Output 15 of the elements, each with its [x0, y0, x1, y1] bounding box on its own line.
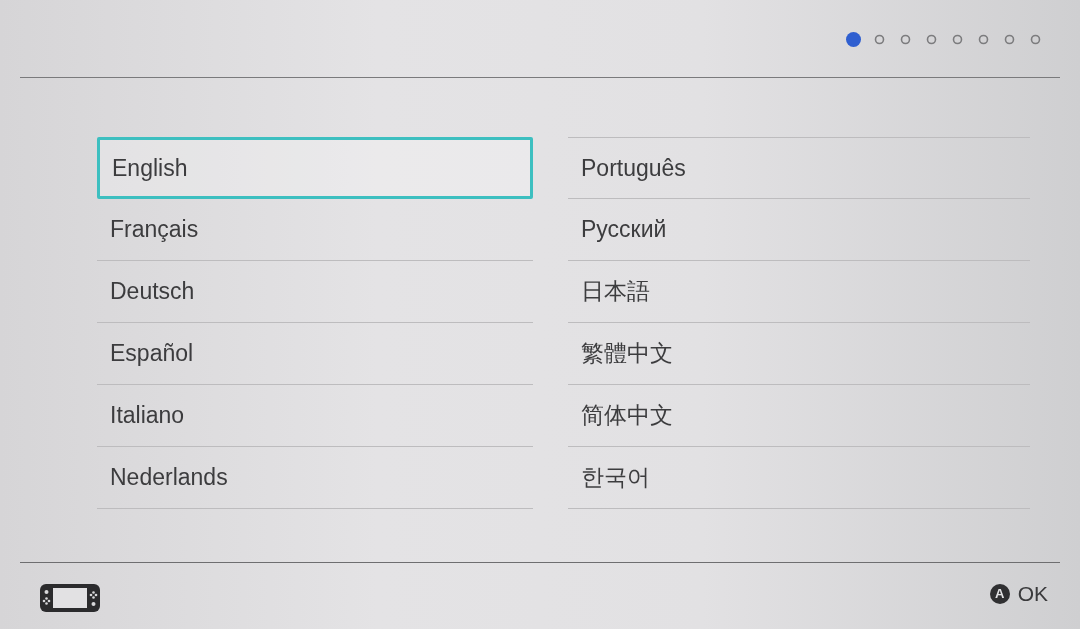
language-option[interactable]: 한국어 — [568, 447, 1030, 509]
language-option[interactable]: Nederlands — [97, 447, 533, 509]
language-option[interactable]: Português — [568, 137, 1030, 199]
language-option[interactable]: Français — [97, 199, 533, 261]
language-option[interactable]: Italiano — [97, 385, 533, 447]
handheld-console-icon — [40, 583, 100, 612]
language-option[interactable]: Español — [97, 323, 533, 385]
a-button-glyph: A — [989, 583, 1010, 604]
ok-button[interactable]: A OK — [989, 579, 1048, 608]
language-option[interactable]: Русский — [568, 199, 1030, 261]
language-option[interactable]: 简体中文 — [568, 385, 1030, 447]
language-option[interactable]: 日本語 — [568, 261, 1030, 323]
language-option[interactable]: Deutsch — [97, 261, 533, 323]
language-option[interactable]: 繁體中文 — [568, 323, 1030, 385]
language-option[interactable]: English — [97, 137, 533, 199]
